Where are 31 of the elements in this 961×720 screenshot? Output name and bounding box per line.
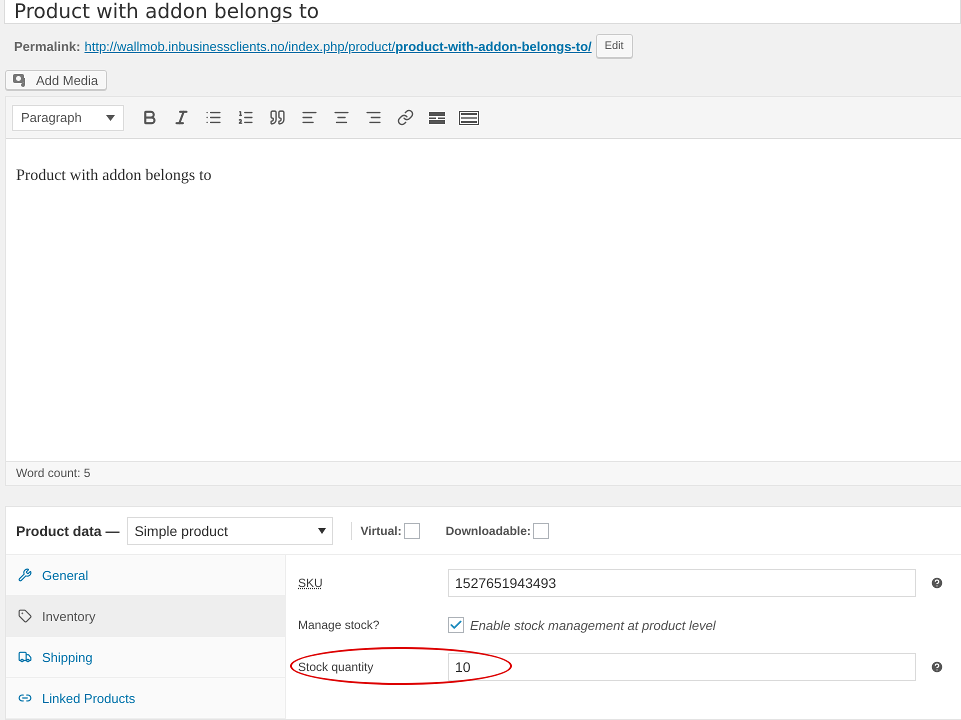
product-data-tab[interactable]: Inventory: [6, 596, 285, 637]
wrench-icon: [18, 568, 32, 582]
add-media-button[interactable]: Add Media: [5, 70, 107, 90]
permalink-link[interactable]: http://wallmob.inbusinessclients.no/index.php/product/product-with-addon-belongs-to/: [84, 38, 592, 54]
product-data-tab[interactable]: Shipping: [6, 637, 285, 678]
edit-button[interactable]: Edit: [596, 34, 633, 58]
tag-icon: [18, 609, 32, 623]
field-label: Stock quantity: [298, 660, 374, 674]
text-field[interactable]: 1527651943493: [448, 569, 916, 597]
checkbox-label: Enable stock management at product level: [470, 618, 716, 632]
truck-icon: [18, 650, 32, 664]
help-icon[interactable]: [930, 660, 944, 674]
option-label: Downloadable:: [446, 524, 531, 538]
format-select[interactable]: Paragraph: [12, 104, 124, 130]
word-count: Word count: 5: [6, 461, 961, 485]
checkbox[interactable]: [532, 522, 549, 538]
text-field[interactable]: 10: [448, 653, 916, 681]
field-label: Manage stock?: [298, 618, 380, 632]
title-field[interactable]: Product with addon belongs to: [4, 0, 961, 24]
permalink-label: Permalink:: [14, 38, 80, 54]
editor-content[interactable]: Product with addon belongs to: [6, 139, 961, 461]
caret-icon: [106, 114, 115, 120]
product-data-label: Product data —: [16, 522, 120, 538]
product-data-tab[interactable]: Linked Products: [6, 678, 285, 719]
help-icon[interactable]: [930, 576, 944, 590]
field-label: SKU: [298, 576, 324, 590]
option-label: Virtual:: [360, 524, 402, 538]
product-type-select[interactable]: Simple product: [127, 516, 334, 544]
checkbox[interactable]: [404, 522, 420, 538]
caret-icon: [318, 528, 326, 534]
checkbox[interactable]: [448, 617, 464, 633]
